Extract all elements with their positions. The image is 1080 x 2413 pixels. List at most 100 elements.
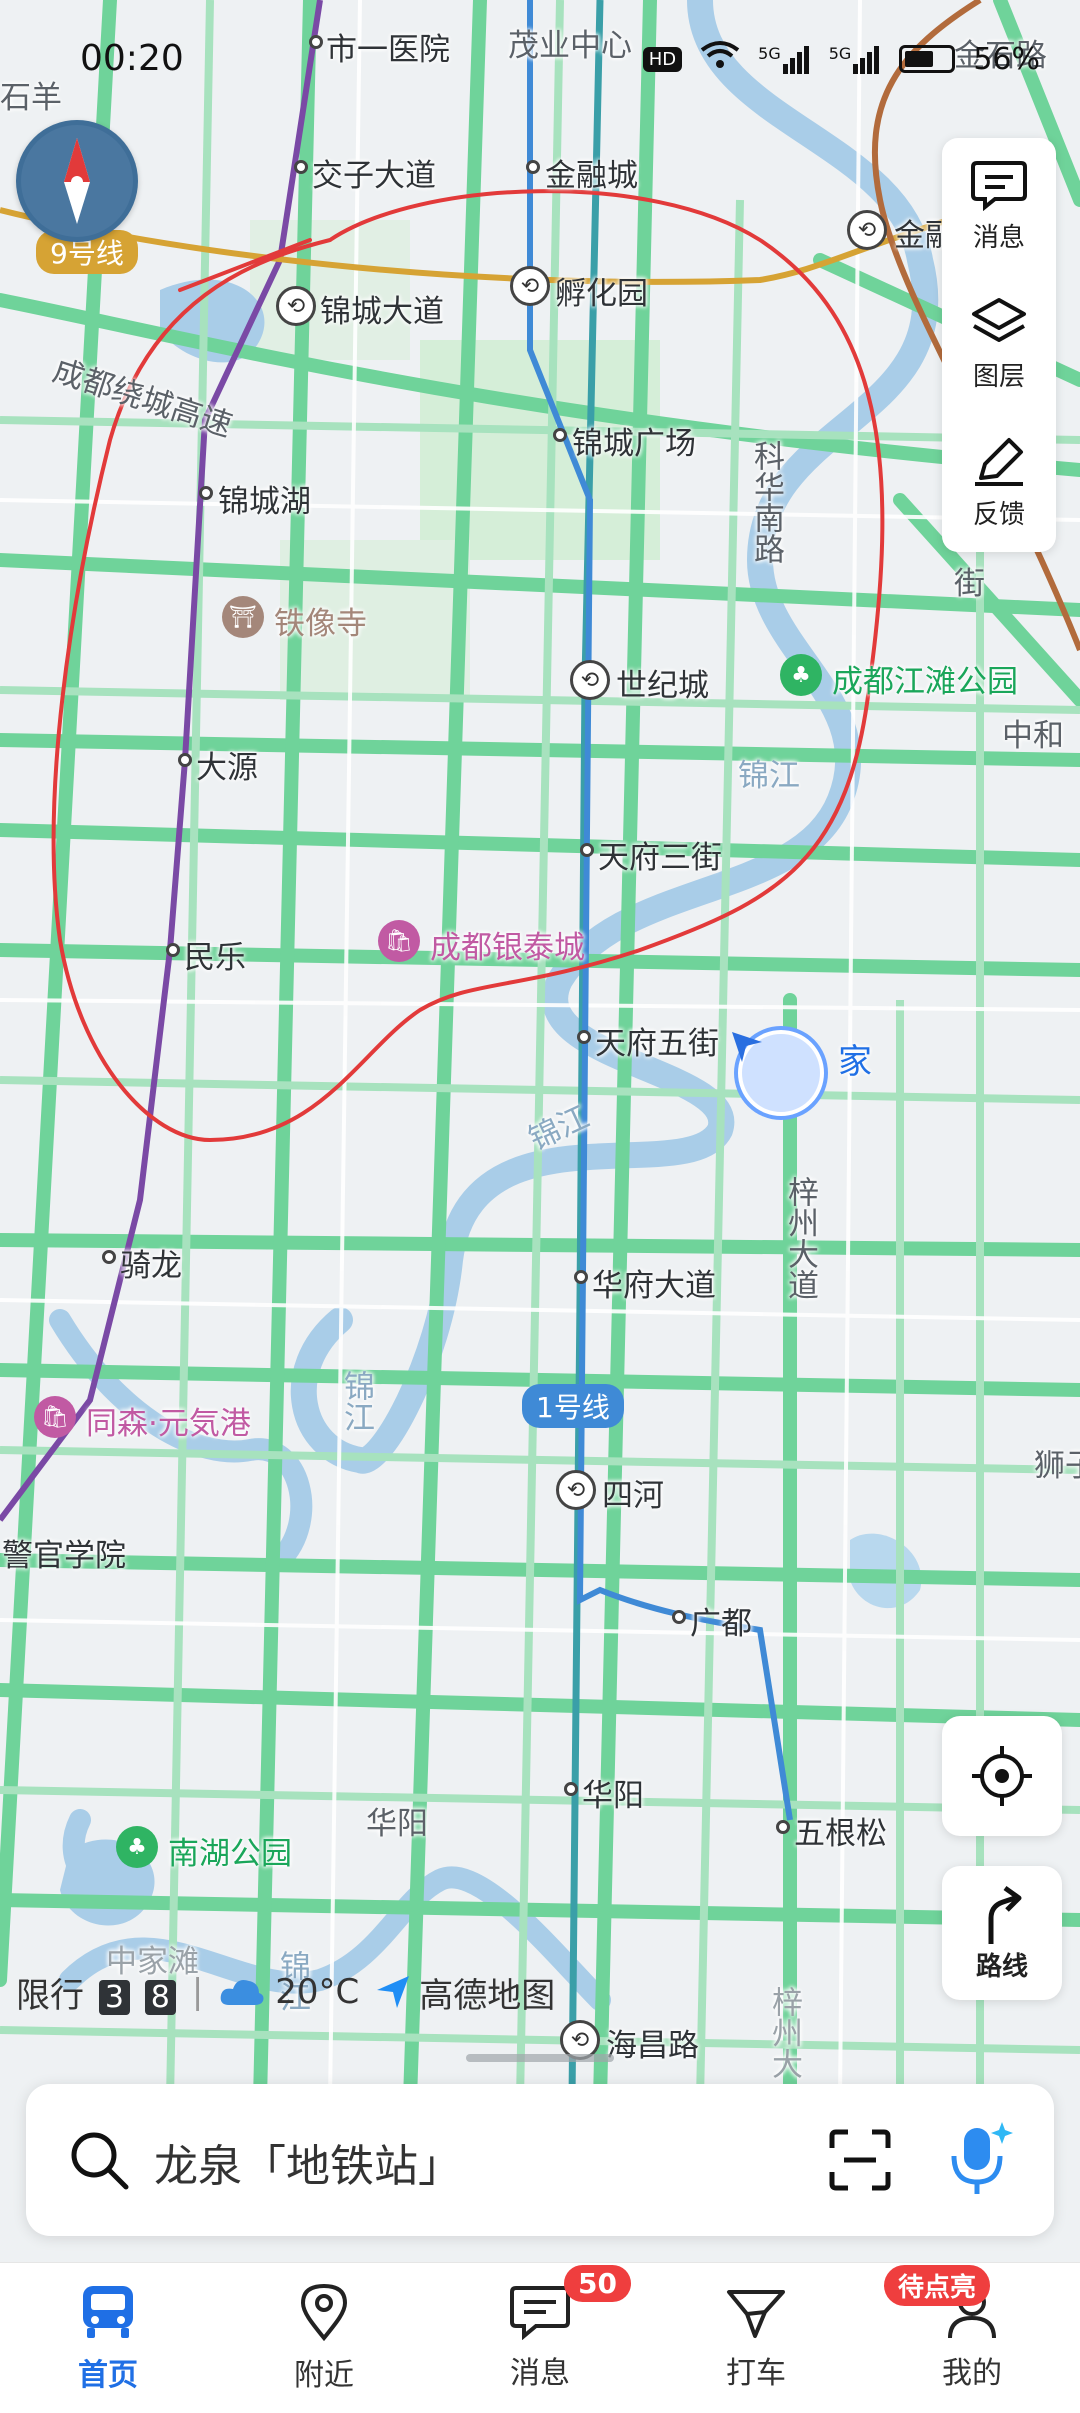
river-label: 锦江 — [738, 758, 800, 794]
station-label[interactable]: 锦城湖 — [218, 476, 311, 521]
area-label: 华阳 — [366, 1806, 428, 1842]
tab-profile[interactable]: 我的 待点亮 — [864, 2263, 1080, 2413]
poi-label[interactable]: 南湖公园 — [168, 1828, 292, 1873]
bus-icon — [83, 2286, 133, 2338]
tab-label: 打车 — [726, 2356, 786, 2391]
feedback-label: 反馈 — [972, 499, 1025, 530]
station-label[interactable]: 锦城大道 — [320, 286, 444, 331]
poi-label[interactable]: 成都银泰城 — [430, 922, 585, 967]
route-label: 路线 — [975, 1951, 1028, 1982]
sheet-handle[interactable] — [466, 2054, 614, 2062]
amap-logo: 高德地图 — [375, 1968, 555, 2017]
station-dot — [580, 843, 594, 857]
temple-poi-icon[interactable]: ⛩ — [222, 596, 264, 638]
park-poi-icon[interactable]: ♣ — [780, 654, 822, 696]
tab-label: 我的 — [942, 2356, 1002, 2391]
weather-info[interactable]: 20°C — [219, 1972, 359, 2012]
route-arrow-icon — [988, 1885, 1022, 1944]
metro-line-badge[interactable]: 1号线 — [522, 1384, 624, 1428]
station-dot — [178, 753, 192, 767]
map-canvas[interactable] — [0, 0, 1080, 2412]
station-label[interactable]: 金融城 — [545, 150, 638, 195]
park-poi-icon[interactable]: ♣ — [116, 1826, 158, 1868]
route-button[interactable]: 路线 — [942, 1866, 1062, 2000]
feedback-button[interactable]: 反馈 — [971, 436, 1027, 531]
tab-label: 附近 — [294, 2358, 354, 2393]
pencil-icon — [975, 437, 1023, 486]
poi-label[interactable]: 同森·元気港 — [86, 1398, 251, 1443]
station-label[interactable]: 锦城广场 — [572, 418, 696, 463]
transfer-station-icon: ⟲ — [510, 266, 550, 306]
network-type: 5G — [828, 44, 852, 63]
restriction-plate: 3 — [98, 1979, 130, 2015]
layers-label: 图层 — [972, 362, 1025, 393]
transfer-station-icon: ⟲ — [556, 1470, 596, 1510]
station-label[interactable]: 民乐 — [184, 932, 246, 977]
wifi-icon — [700, 40, 740, 78]
station-dot — [102, 1250, 116, 1264]
road-label: 梓州大道 — [782, 1176, 818, 1300]
station-label[interactable]: 四河 — [602, 1470, 664, 1515]
poi-label[interactable]: 铁像寺 — [274, 598, 367, 643]
chat-bubble-icon — [971, 161, 1027, 212]
station-label[interactable]: 骑龙 — [120, 1240, 182, 1285]
compass-button[interactable] — [16, 120, 138, 242]
station-label[interactable]: 广都 — [690, 1598, 752, 1643]
station-label[interactable]: 华府大道 — [592, 1260, 716, 1305]
tab-label: 首页 — [78, 2358, 138, 2393]
shopping-poi-icon[interactable]: 🛍 — [378, 920, 420, 962]
tab-taxi[interactable]: 打车 — [648, 2263, 864, 2413]
restriction-plate: 8 — [144, 1979, 176, 2015]
cloud-icon — [220, 1980, 264, 2005]
road-label: 科华南路 — [748, 440, 784, 564]
station-dot — [577, 1030, 591, 1044]
profile-badge: 待点亮 — [884, 2265, 991, 2306]
signal-icon: 5G — [829, 44, 882, 74]
locate-button[interactable] — [942, 1716, 1062, 1836]
tab-label: 消息 — [510, 2356, 570, 2391]
hd-indicator: HD — [642, 46, 683, 72]
messages-label: 消息 — [972, 223, 1025, 254]
amap-logo-text: 高德地图 — [419, 1975, 556, 2016]
tab-nearby[interactable]: 附近 — [216, 2263, 432, 2413]
layers-button[interactable]: 图层 — [970, 296, 1028, 393]
station-label[interactable]: 大源 — [196, 742, 258, 787]
crosshair-icon — [972, 1746, 1032, 1806]
unread-count-badge: 50 — [564, 2265, 631, 2302]
location-pin-icon — [300, 2283, 348, 2342]
messages-button[interactable]: 消息 — [971, 159, 1027, 254]
poi-label[interactable]: 成都江滩公园 — [832, 656, 1018, 701]
station-label[interactable]: 世纪城 — [616, 660, 709, 705]
shopping-poi-icon[interactable]: 🛍 — [34, 1396, 76, 1438]
taxi-flag-icon — [727, 2290, 785, 2338]
scan-icon[interactable] — [828, 2128, 892, 2192]
search-bar[interactable]: 龙泉「地铁站」 — [26, 2084, 1054, 2236]
map-tools-panel: 消息 图层 反馈 — [942, 138, 1056, 552]
station-label[interactable]: 华阳 — [582, 1770, 644, 1815]
station-dot — [166, 943, 180, 957]
restriction-label: 限行 — [16, 1975, 84, 2016]
battery-icon — [899, 45, 956, 73]
station-label[interactable]: 天府三街 — [598, 832, 722, 877]
area-label[interactable]: 警官学院 — [2, 1530, 126, 1575]
station-label[interactable]: 海昌路 — [606, 2020, 699, 2065]
station-dot — [294, 160, 308, 174]
tab-messages[interactable]: 消息 50 — [432, 2263, 648, 2413]
area-label: 中和 — [1002, 718, 1064, 754]
station-label[interactable]: 孵化园 — [555, 268, 648, 313]
station-dot — [526, 160, 540, 174]
station-label[interactable]: 五根松 — [794, 1808, 887, 1853]
transfer-station-icon: ⟲ — [847, 210, 887, 250]
tab-home[interactable]: 首页 — [0, 2263, 216, 2413]
home-label[interactable]: 家 — [838, 1034, 872, 1083]
network-type: 5G — [758, 44, 781, 63]
search-placeholder[interactable]: 龙泉「地铁站」 — [154, 2130, 462, 2194]
restriction-info[interactable]: 限行 3 8 — [16, 1968, 176, 2017]
search-icon — [71, 2132, 129, 2190]
station-dot — [199, 486, 213, 500]
voice-microphone-icon[interactable] — [944, 2120, 1014, 2200]
station-dot — [672, 1610, 686, 1624]
area-label: 狮子 — [1034, 1448, 1080, 1484]
station-label[interactable]: 交子大道 — [312, 150, 436, 195]
station-label[interactable]: 天府五街 — [595, 1018, 719, 1063]
